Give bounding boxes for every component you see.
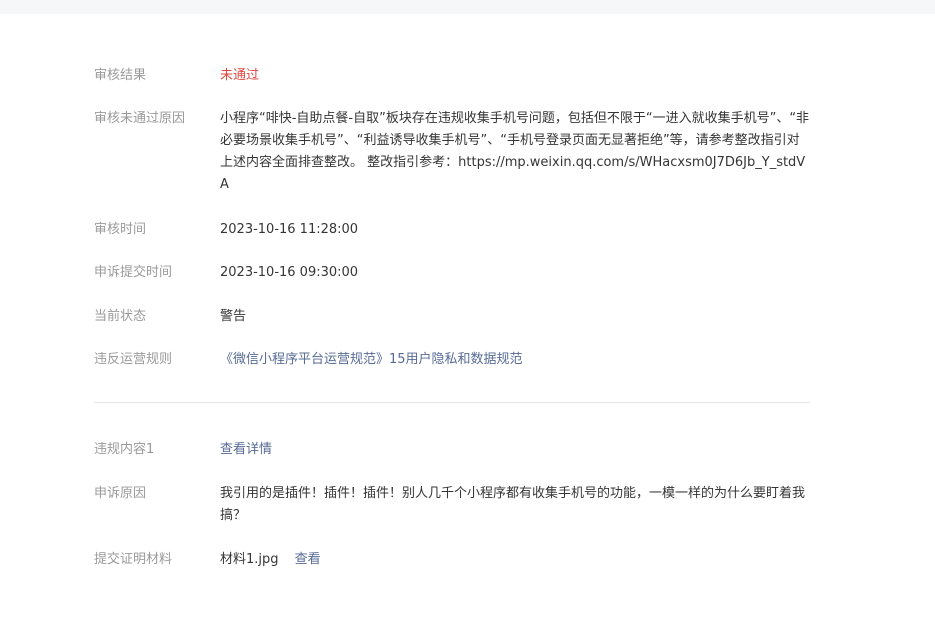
- appeal-reason-label: 申诉原因: [94, 486, 147, 501]
- review-result-label: 审核结果: [94, 68, 147, 83]
- review-reason-value: 小程序“啡快-自助点餐-自取”板块存在违规收集手机号问题，包括但不限于“一进入就…: [220, 111, 810, 192]
- review-time-label: 审核时间: [94, 222, 147, 237]
- review-time-value: 2023-10-16 11:28:00: [220, 222, 359, 237]
- violated-rule-link[interactable]: 《微信小程序平台运营规范》15用户隐私和数据规范: [220, 349, 810, 371]
- appeal-detail-panel: 审核结果 未通过 审核未通过原因 小程序“啡快-自助点餐-自取”板块存在违规收集…: [0, 0, 935, 638]
- appeal-reason-value: 我引用的是插件！插件！插件！别人几千个小程序都有收集手机号的功能，一模一样的为什…: [220, 486, 806, 523]
- evidence-material-value: 材料1.jpg 查看: [220, 549, 810, 571]
- review-result-value: 未通过: [220, 68, 260, 83]
- view-details-link[interactable]: 查看详情: [220, 439, 810, 461]
- evidence-file-name: 材料1.jpg: [220, 552, 279, 567]
- current-status-label: 当前状态: [94, 309, 147, 324]
- evidence-view-link[interactable]: 查看: [295, 552, 321, 567]
- violation-content-label: 违规内容1: [94, 442, 155, 457]
- evidence-material-label: 提交证明材料: [94, 552, 173, 567]
- violated-rule-label: 违反运营规则: [94, 352, 173, 367]
- review-reason-label: 审核未通过原因: [94, 111, 186, 126]
- appeal-submit-time-label: 申诉提交时间: [94, 265, 173, 280]
- appeal-submit-time-value: 2023-10-16 09:30:00: [220, 265, 359, 280]
- current-status-value: 警告: [220, 309, 247, 324]
- section-divider: [94, 402, 810, 403]
